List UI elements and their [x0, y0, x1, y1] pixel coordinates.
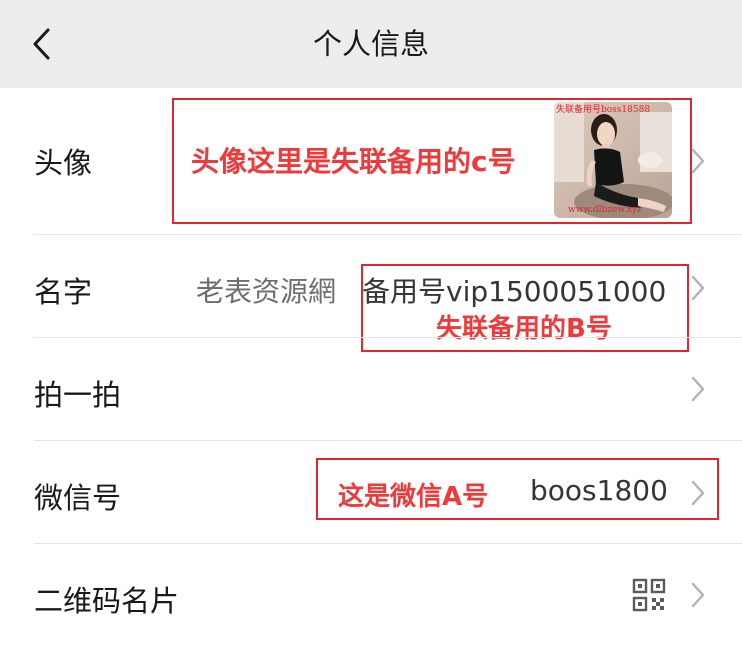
annotation-avatar-text: 头像这里是失联备用的c号	[191, 145, 516, 178]
qr-code-icon[interactable]	[632, 578, 666, 612]
row-pat-label: 拍一拍	[34, 378, 122, 412]
name-value-prefix: 老表资源網	[196, 275, 337, 308]
chevron-right-icon	[691, 376, 705, 402]
row-wechat-id-label: 微信号	[34, 481, 122, 515]
row-pat[interactable]: 拍一拍	[0, 338, 742, 440]
row-avatar-label: 头像	[34, 146, 93, 180]
chevron-right-icon	[691, 275, 705, 301]
avatar[interactable]: 失联备用号boss18588 www.dlbzew.xyz	[554, 102, 672, 218]
chevron-right-icon	[691, 582, 705, 608]
row-qr-card-label: 二维码名片	[34, 584, 180, 618]
wechat-id-value: boos1800	[530, 474, 668, 507]
avatar-watermark-bottom: www.dlbzew.xyz	[568, 205, 642, 215]
nav-header: 个人信息	[0, 0, 742, 88]
page-title: 个人信息	[312, 27, 429, 61]
avatar-watermark-top: 失联备用号boss18588	[556, 105, 651, 115]
avatar-photo-image	[554, 102, 672, 218]
row-qr-card[interactable]: 二维码名片	[0, 544, 742, 647]
row-name-label: 名字	[34, 275, 93, 309]
annotation-wechat-id-text: 这是微信A号	[338, 482, 489, 512]
